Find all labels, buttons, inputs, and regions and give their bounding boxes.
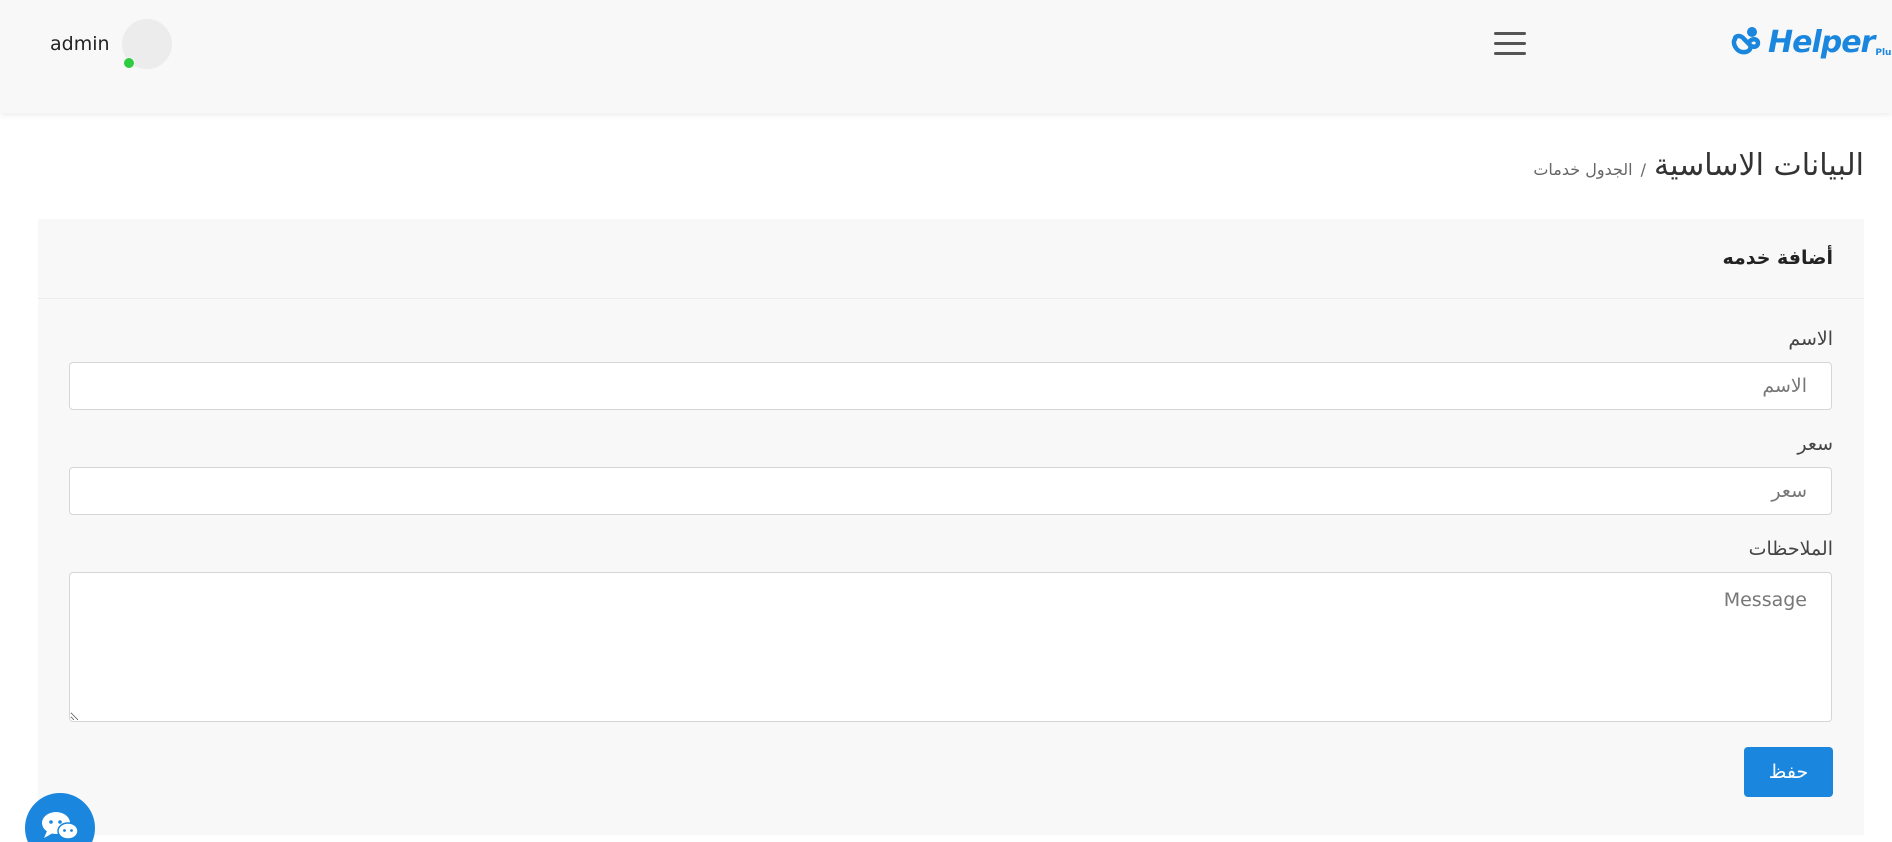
- chat-bubbles-icon: [42, 812, 79, 840]
- notes-label: الملاحظات: [1748, 538, 1833, 560]
- notes-textarea[interactable]: [69, 572, 1832, 722]
- name-label: الاسم: [1788, 328, 1833, 350]
- save-button[interactable]: حفظ: [1744, 747, 1833, 797]
- logo-text: Helper: [1768, 24, 1875, 60]
- page-title: البيانات الاساسية: [1654, 148, 1864, 183]
- hamburger-menu-icon[interactable]: [1494, 32, 1526, 56]
- page-header: البيانات الاساسية / الجدول خدمات: [1533, 148, 1864, 183]
- price-label: سعر: [1797, 433, 1833, 455]
- card-header: أضافة خدمه: [38, 219, 1864, 299]
- add-service-card: أضافة خدمه الاسم سعر الملاحظات حفظ: [38, 219, 1864, 835]
- logo-subtext: Plus: [1875, 48, 1892, 58]
- breadcrumb-separator: /: [1640, 160, 1646, 179]
- breadcrumb[interactable]: الجدول خدمات: [1533, 160, 1632, 179]
- helper-plus-logo[interactable]: Helper Plus: [1730, 22, 1892, 62]
- user-menu[interactable]: admin: [50, 18, 172, 70]
- price-input[interactable]: [69, 467, 1832, 515]
- online-status-indicator: [122, 57, 135, 69]
- logo-mark-icon: [1731, 27, 1761, 55]
- avatar[interactable]: [121, 19, 172, 69]
- top-navbar: admin Helper Plus: [0, 0, 1892, 113]
- name-input[interactable]: [69, 362, 1832, 410]
- user-name: admin: [50, 33, 110, 55]
- card-title: أضافة خدمه: [1722, 247, 1833, 269]
